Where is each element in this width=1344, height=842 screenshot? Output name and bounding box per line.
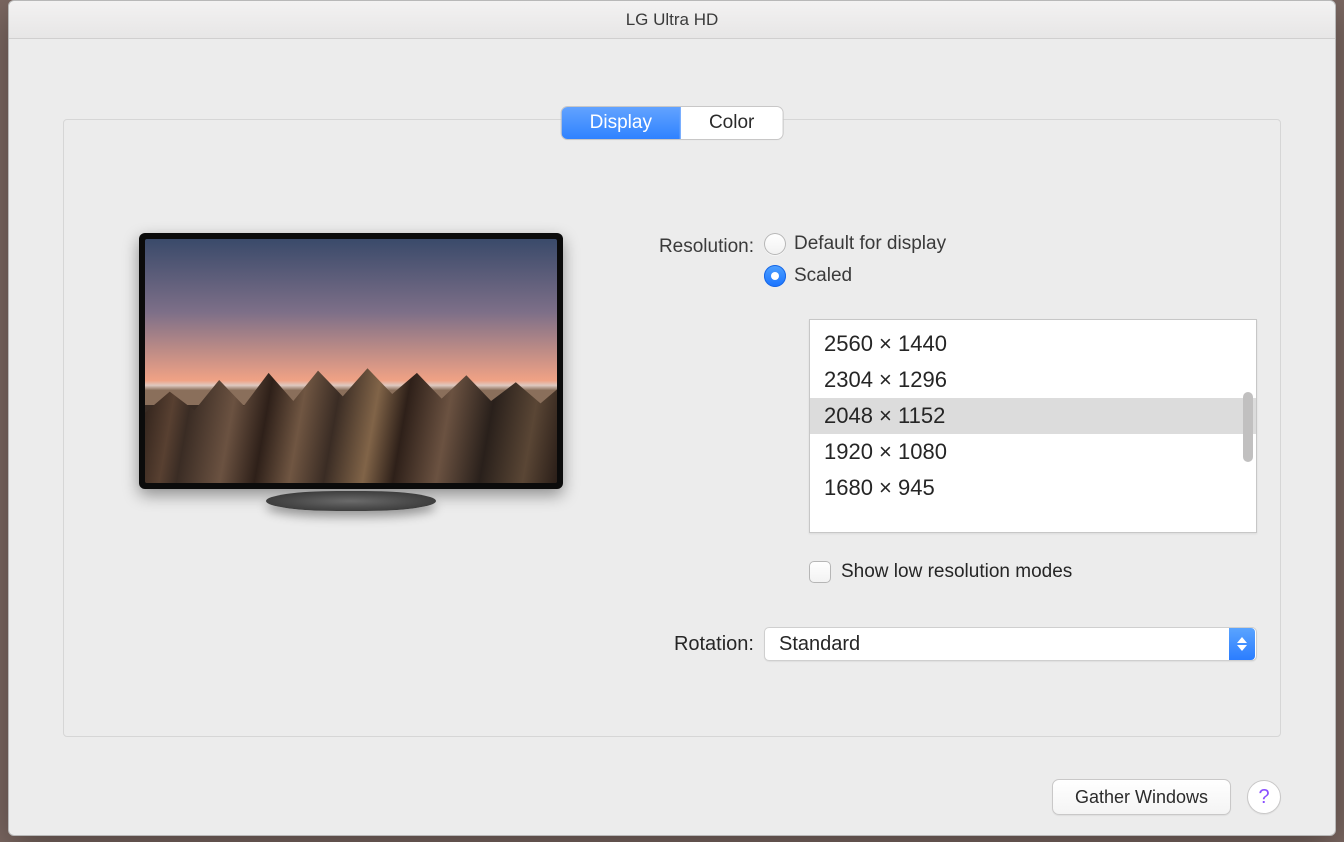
resolution-item-selected[interactable]: 2048 × 1152 bbox=[810, 398, 1256, 434]
radio-scaled[interactable]: Scaled bbox=[764, 265, 946, 287]
resolution-item[interactable]: 3008 × 1692 bbox=[810, 319, 1256, 326]
window-titlebar: LG Ultra HD bbox=[9, 1, 1335, 39]
resolution-item[interactable]: 1680 × 945 bbox=[810, 470, 1256, 506]
checkbox-label: Show low resolution modes bbox=[841, 561, 1072, 583]
checkbox-icon bbox=[809, 561, 831, 583]
tab-color[interactable]: Color bbox=[680, 107, 782, 139]
display-preview-bezel bbox=[139, 233, 563, 489]
resolution-item[interactable]: 2304 × 1296 bbox=[810, 362, 1256, 398]
preferences-window: LG Ultra HD Display Color Resolution: De… bbox=[8, 0, 1336, 836]
display-preview-stand bbox=[266, 491, 436, 511]
tab-display[interactable]: Display bbox=[562, 107, 680, 139]
display-preview bbox=[139, 233, 563, 511]
rotation-label: Rotation: bbox=[623, 633, 764, 656]
radio-label-default: Default for display bbox=[794, 233, 946, 255]
rotation-value: Standard bbox=[779, 633, 860, 656]
resolution-list[interactable]: 3008 × 1692 2560 × 1440 2304 × 1296 2048… bbox=[809, 319, 1257, 533]
bottom-bar: Gather Windows ? bbox=[9, 779, 1335, 815]
help-button[interactable]: ? bbox=[1247, 780, 1281, 814]
radio-label-scaled: Scaled bbox=[794, 265, 852, 287]
stepper-arrows-icon bbox=[1229, 628, 1255, 660]
window-content: Display Color Resolution: Default for di… bbox=[9, 39, 1335, 835]
gather-windows-button[interactable]: Gather Windows bbox=[1052, 779, 1231, 815]
tabs-segmented-control: Display Color bbox=[562, 107, 783, 139]
resolution-item[interactable]: 2560 × 1440 bbox=[810, 326, 1256, 362]
window-title: LG Ultra HD bbox=[626, 10, 719, 30]
show-low-resolution-modes[interactable]: Show low resolution modes bbox=[809, 561, 1072, 583]
display-preview-screen bbox=[145, 239, 557, 483]
rotation-select[interactable]: Standard bbox=[764, 627, 1257, 661]
rotation-row: Rotation: Standard bbox=[623, 627, 1257, 661]
radio-icon bbox=[764, 265, 786, 287]
radio-default-for-display[interactable]: Default for display bbox=[764, 233, 946, 255]
radio-icon bbox=[764, 233, 786, 255]
resolution-item[interactable]: 1920 × 1080 bbox=[810, 434, 1256, 470]
help-icon: ? bbox=[1258, 786, 1269, 809]
resolution-options: Resolution: Default for display Scaled bbox=[609, 233, 1247, 305]
resolution-label: Resolution: bbox=[609, 233, 764, 258]
